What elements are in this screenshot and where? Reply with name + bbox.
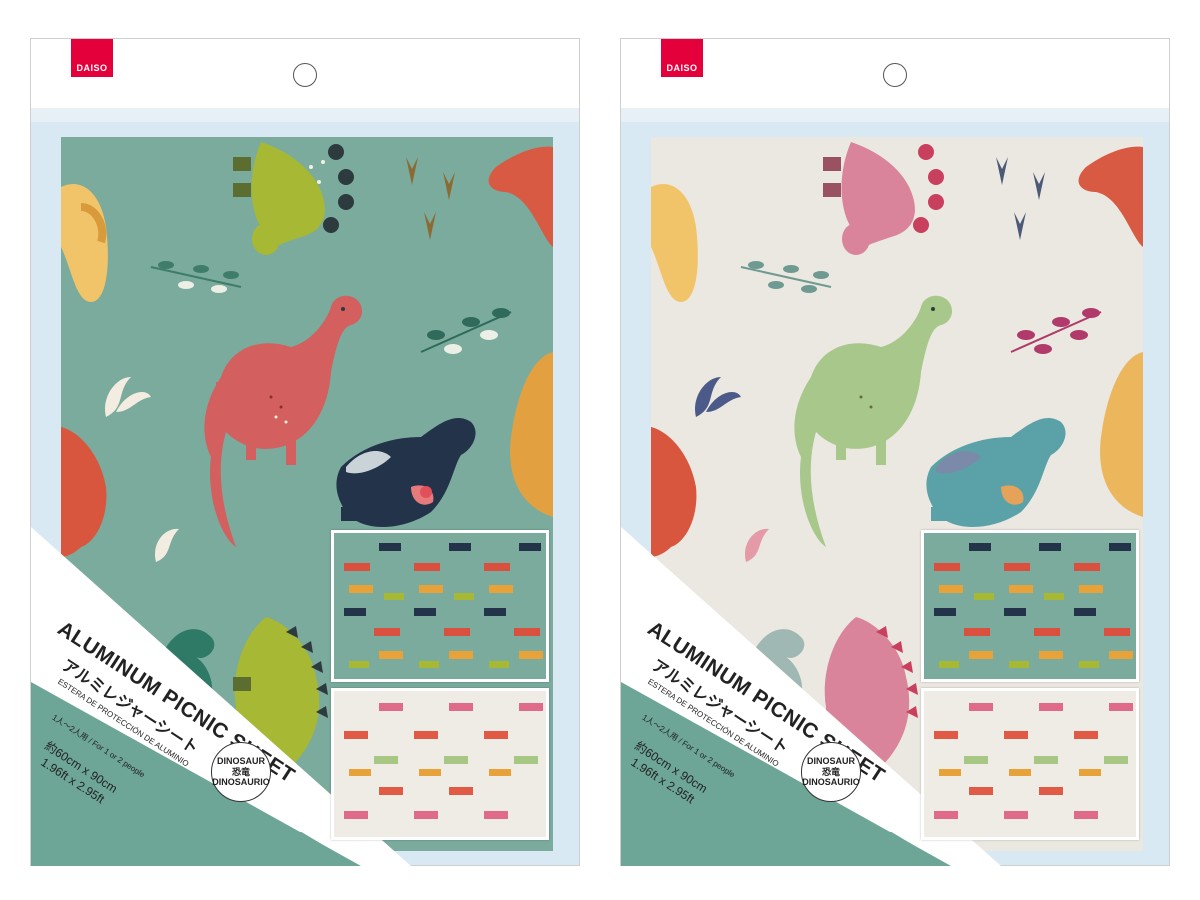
- chevron-mark: [269, 832, 329, 866]
- chevron-mark: [859, 832, 919, 866]
- green-dinosaur-pattern: [334, 533, 546, 679]
- product-package-right: DAISO ALUMINUM PICNIC SHEET アルミレジャーシート E…: [620, 38, 1170, 866]
- badge-line-1: DINOSAUR: [216, 756, 265, 767]
- swatch-cream: [921, 688, 1139, 840]
- swatch-green: [331, 530, 549, 682]
- seal-strip: [30, 108, 580, 122]
- badge-line-3: DINOSAURIO: [212, 777, 270, 788]
- hang-tab-card: DAISO: [620, 38, 1170, 108]
- cream-dinosaur-pattern: [334, 691, 546, 837]
- swatch-cream: [331, 688, 549, 840]
- swatch-green: [921, 530, 1139, 682]
- cream-dinosaur-pattern: [924, 691, 1136, 837]
- green-dinosaur-pattern: [924, 533, 1136, 679]
- product-package-left: DAISO ALUMINUM PICNIC SHEET アルミレジャーシート E…: [30, 38, 580, 866]
- hang-hole: [883, 63, 907, 87]
- package-bag: ALUMINUM PICNIC SHEET アルミレジャーシート ESTERA …: [620, 122, 1170, 866]
- badge-line-2: 恐竜: [821, 766, 840, 777]
- seal-strip: [620, 108, 1170, 122]
- hang-tab-card: DAISO: [30, 38, 580, 108]
- badge-line-2: 恐竜: [231, 766, 250, 777]
- hang-hole: [293, 63, 317, 87]
- pattern-badge: DINOSAUR 恐竜 DINOSAURIO: [211, 742, 271, 802]
- badge-line-1: DINOSAUR: [806, 756, 855, 767]
- brand-logo: DAISO: [71, 39, 113, 77]
- badge-line-3: DINOSAURIO: [802, 777, 860, 788]
- package-bag: ALUMINUM PICNIC SHEET アルミレジャーシート ESTERA …: [30, 122, 580, 866]
- brand-logo: DAISO: [661, 39, 703, 77]
- pattern-badge: DINOSAUR 恐竜 DINOSAURIO: [801, 742, 861, 802]
